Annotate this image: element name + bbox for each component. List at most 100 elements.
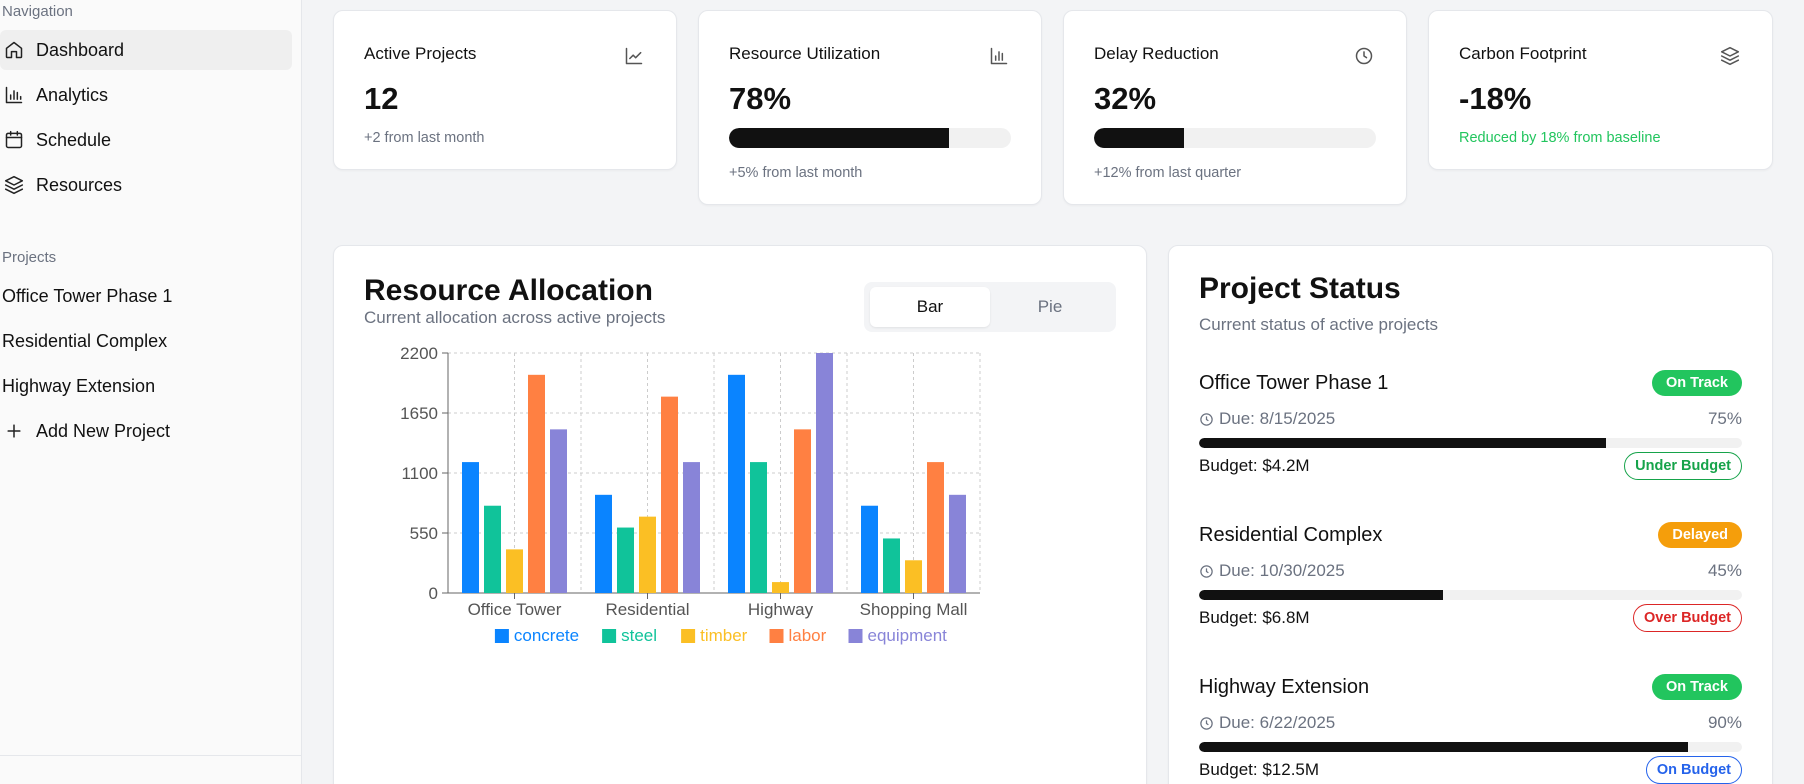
bar-timber (639, 516, 656, 593)
legend-swatch-equipment (848, 629, 863, 643)
legend-swatch-steel (602, 629, 617, 643)
layers-icon (1720, 46, 1742, 68)
bar-timber (506, 549, 523, 593)
budget-badge: Over Budget (1632, 604, 1742, 632)
sidebar-item-resources[interactable]: Resources (0, 165, 292, 205)
section-subtitle: Current status of active projects (1199, 315, 1439, 334)
bar-concrete (595, 494, 612, 593)
y-tick-label: 550 (410, 524, 438, 543)
bar-labor (927, 462, 944, 593)
budget-badge: On Budget (1645, 756, 1742, 784)
bar-steel (750, 462, 767, 593)
stat-card-active-projects: Active Projects 12 +2 from last month (333, 10, 677, 170)
bar-equipment (816, 353, 833, 593)
sidebar-project-residential[interactable]: Residential Complex (2, 331, 167, 352)
progress-fill (729, 128, 949, 148)
sidebar: Navigation Dashboard Analytics Schedule … (0, 0, 302, 784)
stat-value: -18% (1459, 81, 1532, 116)
bar-chart-icon (3, 84, 25, 106)
sidebar-project-office-tower[interactable]: Office Tower Phase 1 (2, 286, 172, 307)
x-tick-label: Residential (605, 600, 689, 619)
y-tick-label: 1100 (401, 464, 438, 483)
stat-title: Active Projects (364, 44, 477, 63)
bar-equipment (550, 429, 567, 593)
legend-label-equipment: equipment (868, 626, 948, 645)
legend-label-labor: labor (789, 626, 827, 645)
bar-steel (484, 505, 501, 593)
stat-title: Resource Utilization (729, 44, 881, 63)
budget: Budget: $4.2M (1199, 456, 1310, 475)
stat-card-delay-reduction: Delay Reduction 32% +12% from last quart… (1063, 10, 1407, 205)
stat-card-carbon-footprint: Carbon Footprint -18% Reduced by 18% fro… (1428, 10, 1773, 170)
due-text: Due: 10/30/2025 (1219, 561, 1345, 580)
stat-card-resource-utilization: Resource Utilization 78% +5% from last m… (698, 10, 1042, 205)
progress-percent: 90% (1707, 713, 1742, 732)
status-badge: Delayed (1658, 522, 1742, 548)
sidebar-item-schedule[interactable]: Schedule (0, 120, 292, 160)
bar-labor (528, 374, 545, 593)
bar-labor (794, 429, 811, 593)
x-tick-label: Office Tower (468, 600, 562, 619)
stat-value: 12 (364, 81, 399, 116)
x-tick-label: Highway (748, 600, 814, 619)
project-progress (1199, 590, 1742, 600)
budget: Budget: $12.5M (1199, 760, 1320, 779)
bar-equipment (949, 494, 966, 593)
resource-allocation-card: Resource Allocation Current allocation a… (333, 245, 1147, 784)
progress-fill (1199, 590, 1444, 600)
bar-concrete (861, 505, 878, 593)
bar-concrete (462, 462, 479, 593)
sidebar-project-highway[interactable]: Highway Extension (2, 376, 155, 397)
utilization-progress (729, 128, 1011, 148)
project-name: Office Tower Phase 1 (1199, 372, 1389, 394)
sidebar-item-label: Schedule (36, 129, 112, 150)
bar-steel (617, 527, 634, 593)
project-status-card: Project Status Current status of active … (1168, 245, 1773, 784)
sidebar-item-dashboard[interactable]: Dashboard (0, 30, 292, 70)
bar-chart-icon (989, 46, 1011, 68)
clock-icon (1200, 412, 1213, 426)
stat-value: 32% (1094, 81, 1157, 116)
projects-heading: Projects (2, 249, 57, 266)
due-date: Due: 10/30/2025 (1199, 561, 1345, 581)
bar-concrete (728, 374, 745, 593)
y-tick-label: 1650 (400, 404, 438, 423)
nav-heading: Navigation (2, 3, 73, 20)
delay-progress (1094, 128, 1376, 148)
progress-percent: 75% (1707, 409, 1742, 428)
stat-sub: Reduced by 18% from baseline (1459, 130, 1661, 146)
trend-icon (624, 46, 646, 68)
legend-label-steel: steel (621, 626, 657, 645)
clock-icon (1354, 46, 1376, 68)
calendar-icon (3, 129, 25, 151)
legend-label-concrete: concrete (514, 626, 579, 645)
sidebar-item-label: Dashboard (36, 39, 125, 60)
y-tick-label: 0 (429, 584, 438, 603)
stat-title: Delay Reduction (1094, 44, 1219, 63)
sidebar-item-analytics[interactable]: Analytics (0, 75, 292, 115)
clock-icon (1200, 564, 1213, 578)
sidebar-divider (0, 755, 302, 756)
home-icon (3, 39, 25, 61)
budget-badge: Under Budget (1624, 452, 1742, 480)
bar-equipment (683, 462, 700, 593)
status-badge: On Track (1651, 674, 1742, 700)
bar-timber (772, 582, 789, 593)
add-project-button[interactable]: Add New Project (0, 411, 292, 451)
sidebar-item-label: Resources (36, 174, 123, 195)
progress-fill (1199, 742, 1688, 752)
bar-steel (883, 538, 900, 593)
bar-labor (661, 396, 678, 593)
plus-icon (3, 420, 25, 442)
y-tick-label: 2200 (400, 344, 438, 363)
progress-percent: 45% (1707, 561, 1742, 580)
clock-icon (1200, 716, 1213, 730)
legend-swatch-labor (769, 629, 784, 643)
project-progress (1199, 742, 1742, 752)
due-date: Due: 6/22/2025 (1199, 713, 1335, 733)
due-date: Due: 8/15/2025 (1199, 409, 1335, 429)
budget: Budget: $6.8M (1199, 608, 1310, 627)
stat-sub: +5% from last month (729, 165, 863, 181)
bar-timber (905, 560, 922, 593)
sidebar-item-label: Analytics (36, 84, 109, 105)
